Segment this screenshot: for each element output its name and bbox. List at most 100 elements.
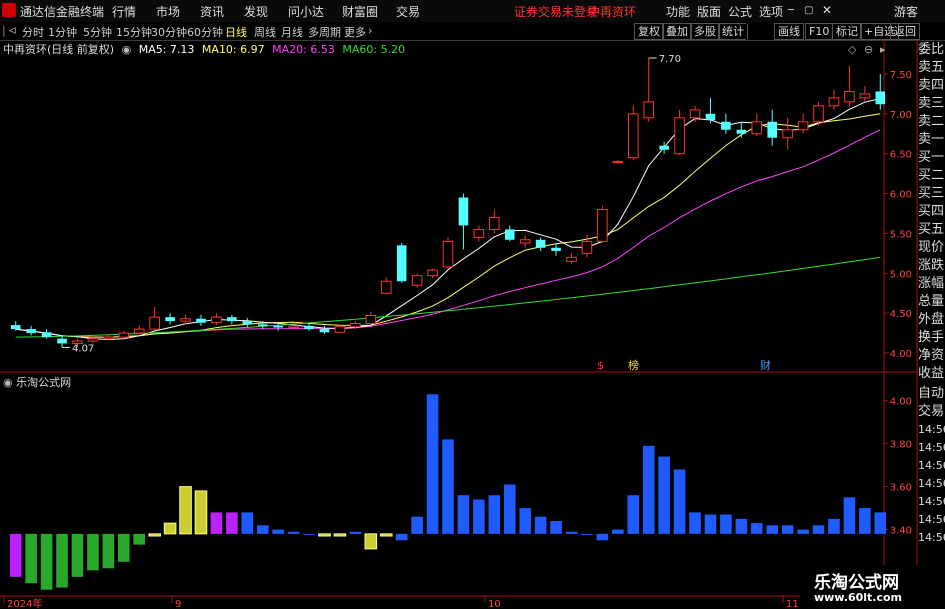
zoom-icon[interactable]: ⊖ — [864, 43, 873, 56]
candle-body-up — [751, 121, 763, 135]
candle-body-down — [504, 229, 515, 240]
candle-body-up — [782, 129, 793, 139]
indicator-bar — [303, 533, 315, 535]
candle-body-down — [242, 321, 253, 325]
indicator-bar — [658, 456, 670, 534]
indicator-bar — [287, 531, 300, 534]
ytick-label: 5.00 — [890, 269, 912, 280]
ma20-line — [15, 129, 881, 338]
ytick-label: 5.50 — [890, 229, 912, 240]
panel-price: 现价 — [918, 240, 945, 255]
indicator-bar — [426, 394, 439, 534]
trade-side-panel: 自动 交易 14:56 14:56 14:56 14:56 14:56 14:5… — [918, 385, 945, 547]
xtick-label: 2024年 — [7, 597, 42, 609]
s-marker: $ — [597, 359, 604, 372]
indicator-bar — [318, 533, 331, 537]
panel2-time-6: 14:56 — [918, 513, 945, 526]
candle-body-up — [149, 316, 160, 330]
indicator-bar — [333, 533, 347, 537]
panel-ask1: 卖一 — [918, 132, 945, 147]
indicator-bar — [859, 508, 871, 534]
quote-side-panel: 委比 卖五 卖四 卖三 卖二 卖一 买一 买二 买三 买四 买五 现价 涨跌 涨… — [918, 41, 945, 383]
panel2-time-1: 14:56 — [918, 423, 945, 436]
panel-bid2: 买二 — [918, 168, 945, 183]
indicator-bar — [503, 484, 516, 534]
indicator-bar — [519, 508, 531, 534]
ma5-value: MA5: 7.13 — [138, 43, 195, 56]
candle-body-up — [211, 316, 222, 324]
indicator-bar — [210, 512, 223, 534]
candle-body-down — [196, 318, 206, 323]
kline-chart[interactable]: 4.004.505.005.506.006.507.007.503.203.40… — [0, 0, 945, 609]
panel2-time-5: 14:56 — [918, 495, 945, 508]
candle-body-down — [767, 121, 777, 138]
candle-body-up — [674, 117, 685, 155]
sub-ytick-label: 3.40 — [890, 526, 912, 537]
candle-body-up — [103, 336, 114, 340]
indicator-bar — [750, 523, 763, 534]
indicator-bar — [364, 533, 378, 550]
ytick-label: 6.00 — [890, 190, 912, 201]
candle-body-up — [411, 275, 423, 286]
indicator-bar — [689, 512, 701, 534]
panel2-time-7: 14:56 — [918, 531, 945, 544]
panel2-time-4: 14:56 — [918, 477, 945, 490]
indicator-bar — [226, 512, 238, 534]
panel2-time-2: 14:56 — [918, 441, 945, 454]
indicator-bar — [40, 533, 53, 590]
indicator-bar — [148, 533, 161, 537]
candle-body-up — [797, 121, 809, 131]
panel-ask3: 卖三 — [918, 96, 945, 111]
candle-body-up — [689, 109, 701, 119]
indicator-bar — [612, 529, 624, 534]
candle-body-down — [57, 338, 67, 344]
panel2-auto[interactable]: 自动 — [918, 385, 945, 403]
sub-legend-icon[interactable]: ◉ — [3, 376, 13, 389]
candle-body-up — [844, 90, 855, 103]
panel-net-asset: 净资 — [918, 348, 945, 363]
indicator-bar — [9, 533, 22, 577]
panel-turnover: 换手 — [918, 330, 945, 345]
panel-earnings: 收益 — [918, 366, 945, 381]
indicator-bar — [812, 525, 825, 534]
indicator-bar — [766, 525, 778, 534]
indicator-bar — [56, 533, 68, 588]
candle-body-up — [813, 105, 824, 123]
cai-marker: 财 — [760, 358, 771, 372]
panel-ask2: 卖二 — [918, 114, 945, 129]
indicator-bar — [534, 516, 547, 534]
indicator-bar — [735, 518, 748, 534]
ma5-line — [15, 98, 881, 341]
candle-body-up — [118, 332, 130, 338]
ma-legend: 中再资环(日线 前复权) ◉ MA5: 7.13 MA10: 6.97 MA20… — [0, 41, 409, 57]
candle-body-up — [612, 161, 624, 164]
candle-body-up — [380, 280, 392, 294]
legend-settings-icon[interactable]: ◉ — [122, 43, 132, 56]
candle-body-up — [627, 113, 639, 159]
collapse-icon[interactable]: ▸ — [880, 43, 886, 56]
candle-body-down — [705, 113, 716, 121]
candle-body-up — [180, 318, 191, 322]
panel-bid3: 买三 — [918, 186, 945, 201]
diamond-icon[interactable]: ◇ — [848, 43, 856, 56]
high-marker: 7.70 — [659, 54, 681, 65]
xtick-label: 9 — [175, 599, 181, 609]
indicator-bar — [781, 525, 794, 534]
sub-ytick-label: 4.00 — [890, 397, 912, 408]
ytick-label: 6.50 — [890, 150, 912, 161]
sub-ytick-label: 3.80 — [890, 440, 912, 451]
candle-body-down — [458, 197, 469, 226]
candle-body-up — [828, 97, 840, 107]
candle-body-up — [643, 101, 654, 119]
indicator-bar — [133, 533, 146, 545]
candle-body-up — [288, 325, 299, 329]
indicator-bar — [25, 533, 37, 584]
candle-body-down — [535, 239, 546, 248]
panel2-trade[interactable]: 交易 — [918, 403, 945, 421]
candle-body-down — [257, 324, 268, 326]
candle-body-up — [581, 240, 593, 254]
indicator-bar — [194, 490, 208, 535]
panel-bid1: 买一 — [918, 150, 945, 165]
indicator-bar — [87, 533, 99, 571]
indicator-bar — [102, 533, 115, 569]
